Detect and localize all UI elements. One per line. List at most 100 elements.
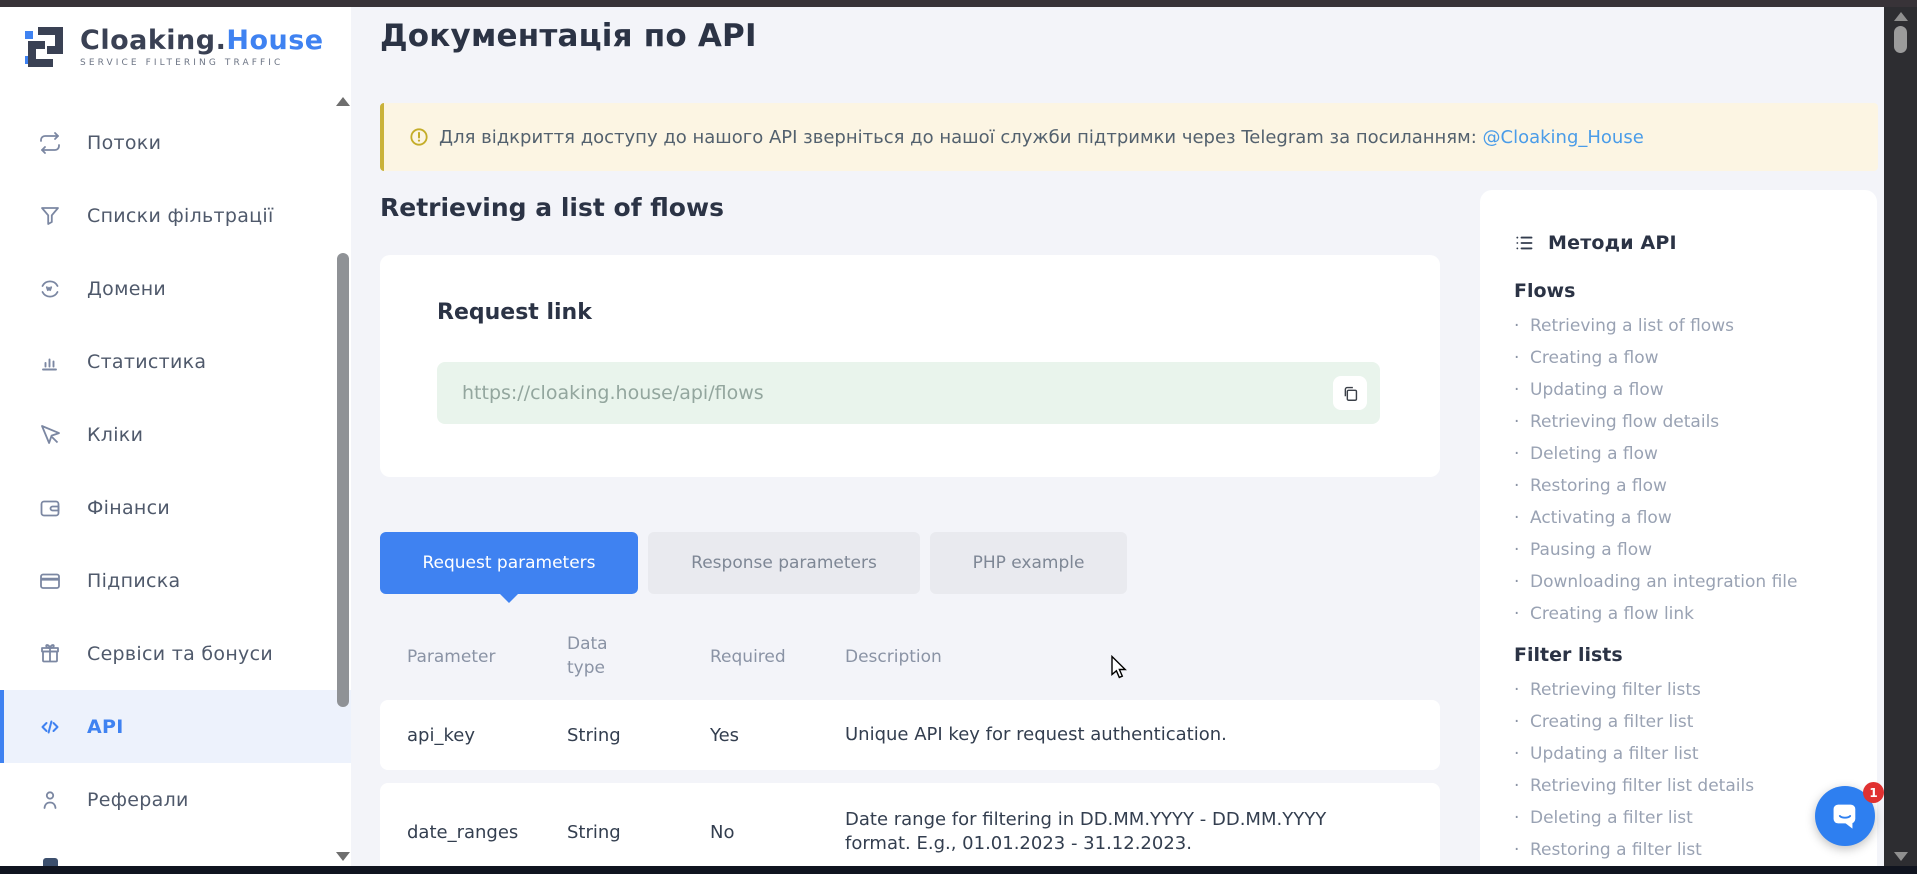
logo[interactable]: Cloaking.House SERVICE FILTERING TRAFFIC [24,24,324,70]
sidebar-item-subscription[interactable]: Підписка [0,544,351,617]
request-url-value: https://cloaking.house/api/flows [462,382,764,404]
api-methods-title: Методи API [1548,232,1677,254]
sidebar-item-referrals[interactable]: Реферали [0,763,351,836]
sidebar-scroll-down-arrow[interactable] [336,852,350,861]
copy-url-button[interactable] [1333,376,1367,410]
sidebar-item-label: Реферали [87,789,189,811]
clicks-cursor-icon [38,423,62,447]
sidebar: Cloaking.House SERVICE FILTERING TRAFFIC… [0,7,351,866]
banner-text: Для відкриття доступу до нашого API звер… [439,127,1477,148]
warning-icon [409,127,429,147]
cell-description: Unique API key for request authenticatio… [845,723,1365,747]
methods-group-flows: Flows [1514,280,1857,302]
brand-name: Cloaking. [80,25,226,56]
finances-wallet-icon [38,496,62,520]
method-link[interactable]: ·Restoring a filter list [1514,834,1857,866]
sidebar-item-label: Підписка [87,570,180,592]
page-scrollbar[interactable] [1884,7,1917,866]
settings-icon-partial [43,858,58,866]
cell-required: No [710,822,845,843]
sidebar-scroll-up-arrow[interactable] [336,97,350,106]
top-window-edge [0,0,1917,7]
sidebar-item-label: Списки фільтрації [87,205,274,227]
page-title: Документація по API [380,18,757,54]
tab-request-parameters[interactable]: Request parameters [380,532,638,594]
sidebar-item-label: Домени [87,278,166,300]
cell-data-type: String [567,822,710,843]
method-link[interactable]: ·Deleting a filter list [1514,802,1857,834]
copy-icon [1341,384,1360,403]
method-link[interactable]: ·Updating a flow [1514,374,1857,406]
cell-description: Date range for filtering in DD.MM.YYYY -… [845,808,1365,857]
sidebar-item-domains[interactable]: Домени [0,252,351,325]
parameters-tabs: Request parameters Response parameters P… [380,532,1127,594]
api-code-icon [38,715,62,739]
table-row: date_ranges String No Date range for fil… [380,783,1440,866]
sidebar-item-label: Статистика [87,351,206,373]
sidebar-item-api[interactable]: API [0,690,351,763]
method-link[interactable]: ·Creating a flow [1514,342,1857,374]
bottom-window-edge [0,866,1917,874]
sidebar-item-clicks[interactable]: Кліки [0,398,351,471]
app-window: Cloaking.House SERVICE FILTERING TRAFFIC… [0,0,1917,874]
filter-lists-method-list: ·Retrieving filter lists ·Creating a fil… [1514,674,1857,866]
list-icon [1514,233,1534,253]
subscription-card-icon [38,569,62,593]
tab-response-parameters[interactable]: Response parameters [648,532,920,594]
method-link[interactable]: ·Updating a filter list [1514,738,1857,770]
services-gift-icon [38,642,62,666]
domains-globe-icon [38,277,62,301]
sidebar-nav: Потоки Списки фільтрації Домени Статисти… [0,106,351,836]
table-header-row: Parameter Data type Required Description [380,620,1440,694]
method-link[interactable]: ·Deleting a flow [1514,438,1857,470]
tab-php-example[interactable]: PHP example [930,532,1127,594]
sidebar-item-label: Фінанси [87,497,170,519]
method-link[interactable]: ·Creating a filter list [1514,706,1857,738]
method-link[interactable]: ·Pausing a flow [1514,534,1857,566]
cell-required: Yes [710,725,845,746]
method-link[interactable]: ·Retrieving filter lists [1514,674,1857,706]
logo-mark-icon [24,24,68,70]
request-link-card: Request link https://cloaking.house/api/… [380,255,1440,477]
sidebar-item-finances[interactable]: Фінанси [0,471,351,544]
method-link[interactable]: ·Downloading an integration file [1514,566,1857,598]
method-link[interactable]: ·Retrieving a list of flows [1514,310,1857,342]
method-link[interactable]: ·Retrieving filter list details [1514,770,1857,802]
chat-bubble-icon [1829,801,1861,831]
flows-sync-icon [38,131,62,155]
main-content: Документація по API Для відкриття доступ… [351,7,1884,866]
cell-parameter: date_ranges [407,822,567,843]
sidebar-item-flows[interactable]: Потоки [0,106,351,179]
sidebar-item-services-bonuses[interactable]: Сервіси та бонуси [0,617,351,690]
brand-tagline: SERVICE FILTERING TRAFFIC [80,58,324,68]
header-data-type: Data type [567,633,710,681]
flows-method-list: ·Retrieving a list of flows ·Creating a … [1514,310,1857,630]
cell-data-type: String [567,725,710,746]
statistics-chart-icon [38,350,62,374]
api-access-banner: Для відкриття доступу до нашого API звер… [380,103,1878,171]
logo-text: Cloaking.House SERVICE FILTERING TRAFFIC [80,27,324,68]
sidebar-item-label: Сервіси та бонуси [87,643,273,665]
sidebar-item-label: API [87,716,124,738]
api-methods-header: Методи API [1514,232,1857,254]
sidebar-item-statistics[interactable]: Статистика [0,325,351,398]
method-link[interactable]: ·Creating a flow link [1514,598,1857,630]
cell-parameter: api_key [407,725,567,746]
page-scroll-up-arrow[interactable] [1894,12,1908,21]
method-link[interactable]: ·Restoring a flow [1514,470,1857,502]
header-parameter: Parameter [407,647,567,667]
request-link-title: Request link [437,300,592,325]
brand-name-accent: House [226,25,323,56]
page-scroll-thumb[interactable] [1894,26,1907,53]
sidebar-scroll-thumb[interactable] [337,253,349,707]
chat-unread-badge: 1 [1863,782,1884,803]
referrals-person-icon [38,788,62,812]
method-link[interactable]: ·Retrieving flow details [1514,406,1857,438]
request-url-field[interactable]: https://cloaking.house/api/flows [437,362,1380,424]
telegram-support-link[interactable]: @Cloaking_House [1483,127,1644,148]
page-scroll-down-arrow[interactable] [1894,852,1908,861]
filter-funnel-icon [38,204,62,228]
sidebar-item-filter-lists[interactable]: Списки фільтрації [0,179,351,252]
header-description: Description [845,646,1365,669]
method-link[interactable]: ·Activating a flow [1514,502,1857,534]
